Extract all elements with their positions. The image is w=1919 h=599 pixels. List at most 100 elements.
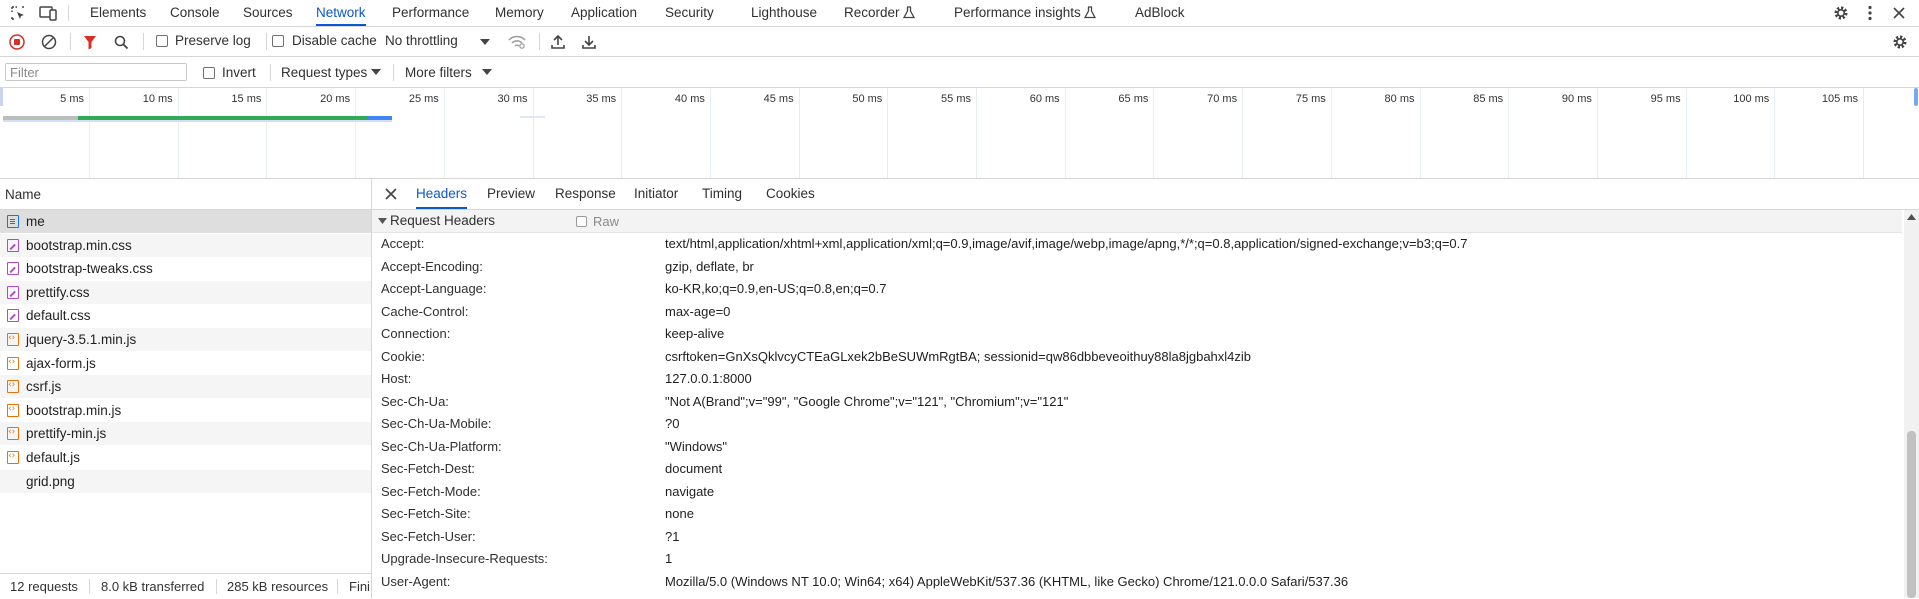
- header-name: Sec-Ch-Ua-Platform:: [381, 438, 502, 454]
- search-icon[interactable]: [112, 33, 130, 51]
- network-settings-gear-icon[interactable]: [1890, 32, 1910, 52]
- import-har-upload-icon[interactable]: [548, 32, 568, 52]
- tab-performance[interactable]: Performance: [392, 0, 469, 26]
- clear-icon[interactable]: [40, 33, 58, 51]
- header-row: Accept-Language: ko-KR,ko;q=0.9,en-US;q=0…: [372, 278, 1902, 300]
- timeline-tick-label: 20 ms: [320, 93, 351, 105]
- throttling-dropdown-icon[interactable]: [479, 36, 491, 48]
- filter-funnel-icon[interactable]: [81, 33, 99, 51]
- invert-label: Invert: [222, 65, 256, 80]
- scrollbar-thumb[interactable]: [1907, 431, 1916, 598]
- tab-application[interactable]: Application: [571, 0, 637, 26]
- experiment-flask-icon: [902, 6, 916, 22]
- js-file-icon: [7, 375, 19, 395]
- raw-checkbox[interactable]: [576, 216, 587, 227]
- device-toolbar-icon[interactable]: [38, 4, 58, 22]
- request-row[interactable]: bootstrap.min.js: [0, 399, 371, 422]
- header-name: Sec-Fetch-Site:: [381, 506, 471, 521]
- request-row[interactable]: csrf.js: [0, 375, 371, 399]
- export-har-download-icon[interactable]: [579, 32, 599, 52]
- throttling-select[interactable]: No throttling: [385, 33, 458, 48]
- tab-sources[interactable]: Sources: [243, 0, 293, 26]
- request-row[interactable]: prettify-min.js: [0, 422, 371, 446]
- tab-adblock[interactable]: AdBlock: [1135, 0, 1185, 26]
- header-name: Sec-Fetch-Mode:: [381, 483, 481, 499]
- timeline-tick-label: 65 ms: [1118, 93, 1149, 105]
- record-stop-icon[interactable]: [8, 33, 26, 51]
- timeline-tick-label: 90 ms: [1561, 93, 1592, 105]
- tab-network[interactable]: Network: [316, 0, 366, 26]
- js-file-icon: [7, 422, 19, 442]
- more-filters-dropdown[interactable]: More filters: [405, 65, 472, 80]
- header-name: Accept:: [381, 236, 425, 251]
- request-name: grid.png: [26, 473, 75, 489]
- details-scrollbar[interactable]: [1904, 210, 1919, 598]
- request-row[interactable]: default.css: [0, 304, 371, 327]
- details-tab-preview[interactable]: Preview: [487, 179, 535, 209]
- tab-lighthouse[interactable]: Lighthouse: [751, 0, 817, 26]
- inspect-element-icon[interactable]: [9, 4, 27, 22]
- header-name: Accept-Encoding:: [381, 258, 483, 274]
- network-overview-timeline[interactable]: 5 ms 10 ms 15 ms 20 ms 25 ms 30 ms 35 ms 40 ms 4…: [0, 88, 1919, 179]
- request-headers-section-header[interactable]: Request Headers Raw: [372, 210, 1902, 233]
- header-value: "Not A(Brand";v="99", "Google Chrome";v=…: [665, 393, 1069, 409]
- tab-elements[interactable]: Elements: [90, 0, 146, 26]
- header-row: Cache-Control: max-age=0: [372, 301, 1902, 323]
- header-row: Host: 127.0.0.1:8000: [372, 368, 1902, 390]
- more-filters-chevron-icon[interactable]: [481, 67, 493, 77]
- request-row[interactable]: me: [0, 210, 371, 233]
- request-name: bootstrap-tweaks.css: [26, 261, 153, 277]
- timeline-gridline: [1153, 88, 1155, 178]
- details-tab-cookies[interactable]: Cookies: [766, 179, 815, 209]
- timeline-tick-label: 55 ms: [941, 93, 971, 105]
- close-details-icon[interactable]: [384, 187, 398, 201]
- details-tab-response[interactable]: Response: [555, 179, 616, 209]
- timeline-tick-label: 45 ms: [763, 93, 794, 105]
- name-column-header[interactable]: Name: [0, 179, 371, 210]
- preserve-log-checkbox[interactable]: [156, 35, 168, 47]
- header-row: Cookie: csrftoken=GnXsQklvcyCTEaGLxek2bBe…: [372, 346, 1902, 368]
- details-tab-initiator[interactable]: Initiator: [634, 179, 678, 209]
- tab-security[interactable]: Security: [665, 0, 714, 26]
- network-conditions-wifi-icon[interactable]: [505, 32, 529, 52]
- close-devtools-icon[interactable]: [1889, 3, 1909, 23]
- overview-right-handle[interactable]: [1914, 88, 1918, 106]
- request-row[interactable]: ajax-form.js: [0, 352, 371, 375]
- timeline-gridline: [887, 88, 889, 178]
- tab-performance-insights[interactable]: Performance insights: [954, 0, 1081, 26]
- request-row[interactable]: bootstrap-tweaks.css: [0, 257, 371, 280]
- request-row[interactable]: bootstrap.min.css: [0, 233, 371, 257]
- request-row[interactable]: jquery-3.5.1.min.js: [0, 328, 371, 351]
- tab-console[interactable]: Console: [170, 0, 220, 26]
- finish-time: Fini: [349, 579, 370, 594]
- timeline-gridline: [1596, 88, 1598, 178]
- css-file-icon: [7, 285, 19, 299]
- header-name: Cookie:: [381, 348, 426, 364]
- collapse-triangle-icon[interactable]: [377, 217, 387, 225]
- overview-left-handle[interactable]: [0, 88, 3, 106]
- settings-gear-icon[interactable]: [1831, 3, 1851, 23]
- filter-toolbar: Invert Request types More filters: [0, 57, 1919, 88]
- tab-memory[interactable]: Memory: [495, 0, 544, 26]
- invert-checkbox[interactable]: [203, 67, 215, 79]
- waterfall-small-bar: [520, 116, 545, 118]
- request-row[interactable]: prettify.css: [0, 280, 371, 304]
- request-types-chevron-icon[interactable]: [370, 67, 382, 77]
- disable-cache-checkbox[interactable]: [272, 35, 284, 47]
- experiment-flask-icon: [1083, 6, 1097, 22]
- raw-label: Raw: [593, 214, 620, 229]
- request-row[interactable]: grid.png: [0, 469, 371, 493]
- request-types-dropdown[interactable]: Request types: [281, 65, 367, 80]
- transferred-size: 8.0 kB transferred: [101, 579, 205, 594]
- header-value: 1: [665, 551, 673, 566]
- header-value: Mozilla/5.0 (Windows NT 10.0; Win64; x64…: [665, 573, 1349, 589]
- scroll-up-arrow-icon[interactable]: [1907, 214, 1916, 220]
- doc-file-icon: [7, 215, 19, 228]
- tab-recorder[interactable]: Recorder: [844, 0, 900, 26]
- request-row[interactable]: default.js: [0, 446, 371, 469]
- details-tab-timing[interactable]: Timing: [702, 179, 742, 209]
- more-options-icon[interactable]: [1860, 3, 1880, 23]
- details-tab-headers[interactable]: Headers: [416, 179, 468, 209]
- header-row: Sec-Ch-Ua: "Not A(Brand";v="99", "Google …: [372, 391, 1902, 413]
- filter-input[interactable]: [5, 63, 187, 81]
